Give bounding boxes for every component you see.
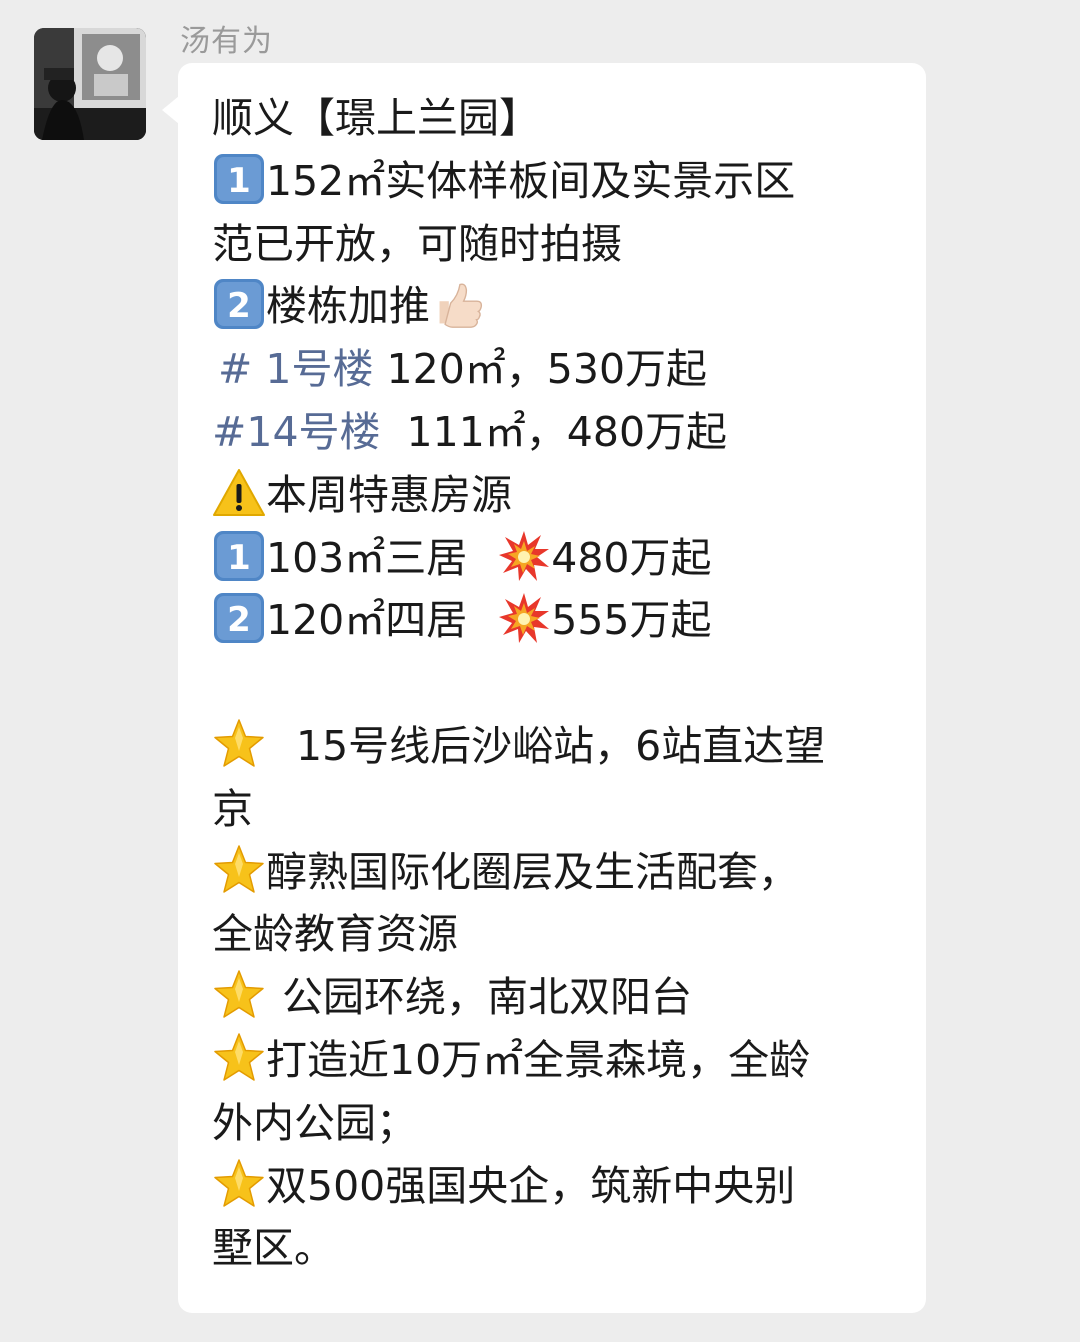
message-text: 15号线后沙峪站，6站直达望	[296, 721, 826, 770]
message-text: 京	[212, 784, 253, 833]
message-text: 双500强国央企，筑新中央别	[266, 1161, 796, 1210]
message-line: 1 103㎡三居 480万起	[212, 527, 896, 590]
message-text: 楼栋加推	[266, 282, 430, 331]
message-text: 打造近10万㎡全景森境，全龄	[266, 1035, 811, 1084]
message-line: 全龄教育资源	[212, 903, 896, 966]
bubble-tail	[162, 96, 179, 124]
message-text: 152㎡实体样板间及实景示区	[266, 156, 796, 205]
collision-icon	[497, 529, 551, 583]
svg-text:1: 1	[227, 161, 251, 201]
warning-icon	[212, 466, 266, 520]
star-icon	[212, 1031, 266, 1085]
message-line: 15号线后沙峪站，6站直达望	[212, 715, 896, 778]
message-text: 墅区。	[212, 1224, 335, 1273]
message-line: #14号楼 111㎡，480万起	[212, 401, 896, 464]
message-line: 公园环绕，南北双阳台	[212, 966, 896, 1029]
message-text: 555万起	[551, 596, 712, 645]
message-line: 2 120㎡四居 555万起	[212, 589, 896, 652]
hashtag-building-14[interactable]: #14号楼	[212, 408, 381, 456]
message-line: 墅区。	[212, 1217, 896, 1280]
message-bubble[interactable]: 顺义【璟上兰园】 1 152㎡实体样板间及实景示区 范已开放，可随时拍摄 2 楼…	[178, 63, 926, 1313]
collision-icon	[497, 591, 551, 645]
star-icon	[212, 1157, 266, 1211]
svg-text:2: 2	[227, 286, 251, 326]
message-line: 范已开放，可随时拍摄	[212, 213, 896, 276]
message-line: # 1号楼 120㎡，530万起	[212, 338, 896, 401]
message-text: 本周特惠房源	[266, 470, 512, 519]
keycap-two-icon: 2	[212, 591, 266, 645]
message-text: 120㎡四居	[266, 596, 468, 645]
chat-page: 汤有为 顺义【璟上兰园】 1 152㎡实体样板间及实景示区 范已开放，可随时拍摄…	[0, 0, 1080, 1342]
keycap-one-icon: 1	[212, 529, 266, 583]
message-text: 范已开放，可随时拍摄	[212, 219, 622, 268]
message-text: 480万起	[551, 533, 712, 582]
star-icon	[212, 843, 266, 897]
message-line: 外内公园；	[212, 1092, 896, 1155]
sender-name: 汤有为	[180, 24, 273, 59]
message-line: 顺义【璟上兰园】	[212, 87, 896, 150]
keycap-one-icon: 1	[212, 152, 266, 206]
message-text: 公园环绕，南北双阳台	[282, 973, 692, 1022]
message-line: 打造近10万㎡全景森境，全龄	[212, 1029, 896, 1092]
svg-text:2: 2	[227, 600, 251, 640]
star-icon	[212, 717, 266, 771]
message-text: 103㎡三居	[266, 533, 468, 582]
message-text: 醇熟国际化圈层及生活配套，	[266, 847, 799, 896]
message-line: 醇熟国际化圈层及生活配套，	[212, 841, 896, 904]
star-icon	[212, 968, 266, 1022]
message-text: 111㎡，480万起	[406, 407, 728, 456]
svg-text:1: 1	[227, 538, 251, 578]
message-line: 2 楼栋加推	[212, 275, 896, 338]
message-line: 1 152㎡实体样板间及实景示区	[212, 150, 896, 213]
message-line: 双500强国央企，筑新中央别	[212, 1155, 896, 1218]
message-line: 京	[212, 778, 896, 841]
message-title: 顺义【璟上兰园】	[212, 94, 540, 142]
thumbs-up-icon	[434, 279, 484, 329]
message-line: 本周特惠房源	[212, 464, 896, 527]
message-text: 外内公园；	[212, 1098, 417, 1147]
message-text: 120㎡，530万起	[386, 345, 708, 394]
message-text: 全龄教育资源	[212, 910, 458, 959]
hashtag-building-1[interactable]: # 1号楼	[218, 345, 373, 393]
keycap-two-icon: 2	[212, 277, 266, 331]
avatar[interactable]	[34, 28, 146, 140]
